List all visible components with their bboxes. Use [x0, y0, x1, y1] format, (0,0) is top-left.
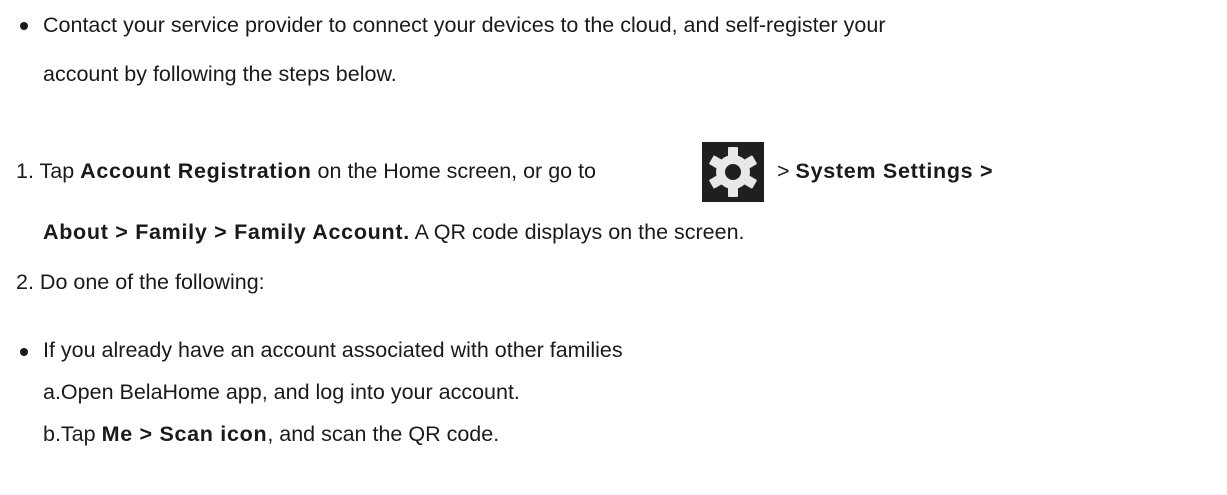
step-text: Tap: [39, 159, 81, 183]
bullet-marker: [20, 22, 28, 30]
about-family-path: About > Family > Family Account.: [43, 220, 410, 244]
step-text: b.Tap: [43, 422, 102, 446]
bullet-text-line1: Contact your service provider to connect…: [43, 13, 886, 37]
step-1-line2: About > Family > Family Account. A QR co…: [43, 220, 745, 246]
substep-b: b.Tap Me > Scan icon, and scan the QR co…: [43, 422, 499, 448]
account-registration-label: Account Registration: [80, 159, 312, 183]
step-text: Do one of the following:: [39, 270, 265, 294]
step-1-line1: 1. Tap Account Registration on the Home …: [16, 159, 602, 185]
system-settings-path: System Settings >: [795, 159, 994, 183]
bullet-2-line1: If you already have an account associate…: [43, 338, 623, 362]
bullet-marker: [20, 348, 28, 356]
step-1-line1-cont: > System Settings >: [777, 159, 993, 185]
settings-gear-icon: [702, 142, 764, 202]
step-text: on the Home screen, or go to: [311, 159, 602, 183]
step-text: , and scan the QR code.: [267, 422, 500, 446]
breadcrumb-separator: >: [777, 159, 790, 183]
step-2: 2. Do one of the following:: [16, 270, 265, 296]
bullet-text-line2: account by following the steps below.: [43, 62, 397, 86]
step-number: 1.: [16, 159, 34, 183]
me-scan-icon-path: Me > Scan icon: [101, 422, 268, 446]
step-text: A QR code displays on the screen.: [409, 220, 745, 244]
step-number: 2.: [16, 270, 34, 294]
substep-a: a.Open BelaHome app, and log into your a…: [43, 380, 520, 404]
